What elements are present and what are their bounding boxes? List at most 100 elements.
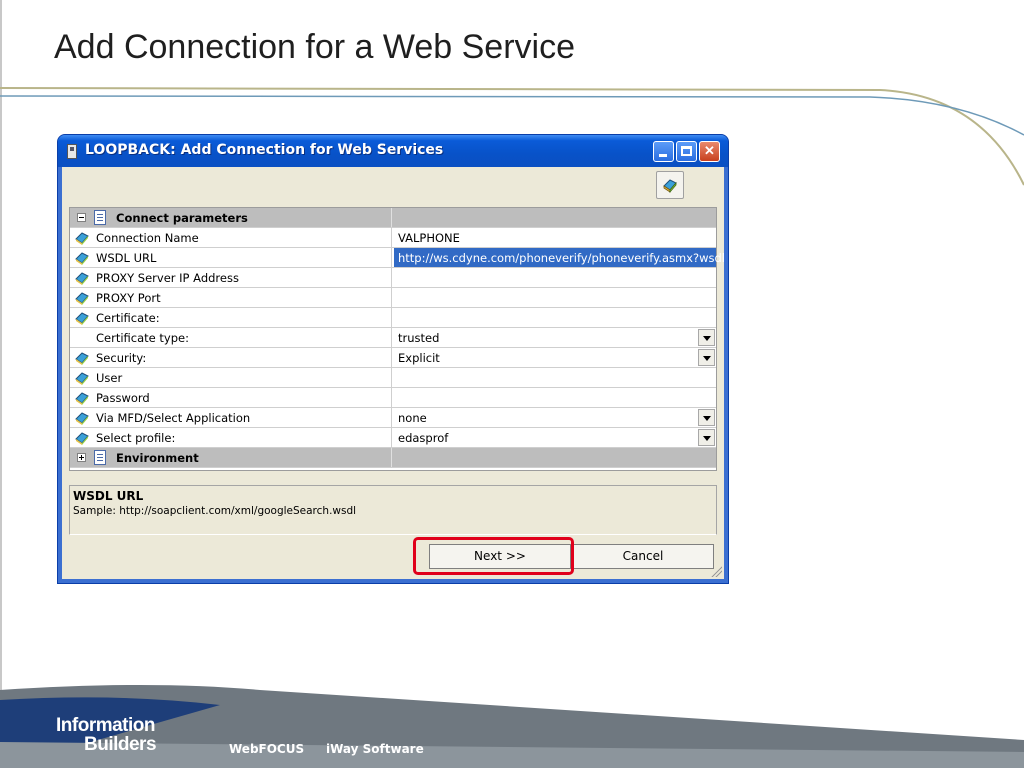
property-name-cell: Certificate:	[70, 308, 392, 327]
property-name-cell: Certificate type:	[70, 328, 392, 347]
dialog-titlebar[interactable]: LOOPBACK: Add Connection for Web Service…	[58, 135, 728, 167]
tool-icon	[75, 372, 89, 385]
tool-icon	[75, 352, 89, 365]
document-icon	[94, 450, 106, 465]
document-icon	[94, 210, 106, 225]
cancel-button[interactable]: Cancel	[572, 544, 714, 569]
minimize-button[interactable]	[653, 141, 674, 162]
group-connect-parameters[interactable]: Connect parameters	[70, 208, 716, 228]
property-label: WSDL URL	[96, 251, 157, 265]
information-builders-logo: Information Builders	[56, 715, 157, 755]
property-name-cell: User	[70, 368, 392, 387]
select-profile-select[interactable]: edasprof	[394, 428, 716, 447]
group-environment[interactable]: Environment	[70, 448, 716, 468]
property-name-cell: Select profile:	[70, 428, 392, 447]
tool-icon	[75, 312, 89, 325]
property-value: VALPHONE	[398, 231, 460, 245]
property-name-cell: WSDL URL	[70, 248, 392, 267]
property-label: PROXY Server IP Address	[96, 271, 239, 285]
help-tool-button[interactable]	[656, 171, 684, 199]
certificate-type-select[interactable]: trusted	[394, 328, 716, 347]
window-app-icon	[67, 144, 77, 159]
property-label: Connection Name	[96, 231, 199, 245]
property-row-via-mfd[interactable]: Via MFD/Select Application none	[70, 408, 716, 428]
maximize-button[interactable]	[676, 141, 697, 162]
property-row-proxy-server[interactable]: PROXY Server IP Address	[70, 268, 716, 288]
properties-grid: Connect parameters Connection Name VALPH…	[69, 207, 725, 471]
property-label: PROXY Port	[96, 291, 161, 305]
property-label: Certificate:	[96, 311, 160, 325]
description-panel: WSDL URL Sample: http://soapclient.com/x…	[69, 485, 717, 535]
property-label: Password	[96, 391, 150, 405]
resize-grip-icon[interactable]	[710, 565, 722, 577]
property-value: http://ws.cdyne.com/phoneverify/phonever…	[398, 251, 725, 265]
property-label: User	[96, 371, 123, 385]
dialog-client-area: Connect parameters Connection Name VALPH…	[62, 167, 725, 579]
property-label: Certificate type:	[96, 331, 189, 345]
property-row-wsdl-url[interactable]: WSDL URL http://ws.cdyne.com/phoneverify…	[70, 248, 725, 268]
proxy-port-field[interactable]	[394, 288, 716, 307]
property-name-cell: PROXY Port	[70, 288, 392, 307]
certificate-field[interactable]	[394, 308, 716, 327]
proxy-server-field[interactable]	[394, 268, 716, 287]
maximize-icon	[681, 146, 692, 156]
tool-icon	[75, 412, 89, 425]
property-name-cell: Password	[70, 388, 392, 407]
property-label: Select profile:	[96, 431, 176, 445]
dropdown-arrow-icon[interactable]	[698, 329, 715, 346]
add-connection-dialog: LOOPBACK: Add Connection for Web Service…	[58, 135, 728, 583]
user-field[interactable]	[394, 368, 716, 387]
property-value: none	[398, 411, 427, 425]
product-webfocus: WebFOCUS	[229, 742, 305, 756]
group-header-cell: Connect parameters	[70, 208, 392, 227]
via-mfd-select[interactable]: none	[394, 408, 716, 427]
tool-icon	[75, 272, 89, 285]
property-row-connection-name[interactable]: Connection Name VALPHONE	[70, 228, 716, 248]
property-name-cell: PROXY Server IP Address	[70, 268, 392, 287]
property-row-security[interactable]: Security: Explicit	[70, 348, 716, 368]
group-value-cell	[394, 208, 716, 227]
slide-title: Add Connection for a Web Service	[54, 28, 575, 66]
security-select[interactable]: Explicit	[394, 348, 716, 367]
property-row-proxy-port[interactable]: PROXY Port	[70, 288, 716, 308]
dropdown-arrow-icon[interactable]	[698, 409, 715, 426]
property-name-cell: Via MFD/Select Application	[70, 408, 392, 427]
password-field[interactable]	[394, 388, 716, 407]
group-header-cell: Environment	[70, 448, 392, 467]
tool-icon	[75, 432, 89, 445]
description-title: WSDL URL	[73, 489, 144, 503]
connection-name-field[interactable]: VALPHONE	[394, 228, 716, 247]
property-row-certificate-type[interactable]: Certificate type: trusted	[70, 328, 716, 348]
property-label: Via MFD/Select Application	[96, 411, 251, 425]
property-value: Explicit	[398, 351, 440, 365]
close-icon: ✕	[704, 143, 715, 158]
book-icon	[663, 179, 677, 193]
property-row-select-profile[interactable]: Select profile: edasprof	[70, 428, 716, 448]
tool-icon	[75, 252, 89, 265]
wsdl-url-field[interactable]: http://ws.cdyne.com/phoneverify/phonever…	[394, 248, 725, 267]
expand-toggle-icon[interactable]	[77, 453, 86, 462]
property-label: Security:	[96, 351, 147, 365]
tool-icon	[75, 392, 89, 405]
property-name-cell: Security:	[70, 348, 392, 367]
property-row-password[interactable]: Password	[70, 388, 716, 408]
group-value-cell	[394, 448, 716, 467]
tool-icon	[75, 292, 89, 305]
dialog-title: LOOPBACK: Add Connection for Web Service…	[85, 142, 444, 158]
logo-line-1: Information	[56, 715, 156, 736]
description-text: Sample: http://soapclient.com/xml/google…	[73, 505, 357, 517]
next-button-highlight	[413, 537, 574, 575]
property-value: edasprof	[398, 431, 449, 445]
property-name-cell: Connection Name	[70, 228, 392, 247]
close-button[interactable]: ✕	[699, 141, 720, 162]
product-iway: iWay Software	[326, 742, 424, 756]
property-value: trusted	[398, 331, 440, 345]
logo-line-2: Builders	[84, 734, 157, 755]
collapse-toggle-icon[interactable]	[77, 213, 86, 222]
minimize-icon	[659, 154, 667, 157]
property-row-user[interactable]: User	[70, 368, 716, 388]
dropdown-arrow-icon[interactable]	[698, 429, 715, 446]
dropdown-arrow-icon[interactable]	[698, 349, 715, 366]
property-row-certificate[interactable]: Certificate:	[70, 308, 716, 328]
group-label: Environment	[116, 451, 199, 465]
